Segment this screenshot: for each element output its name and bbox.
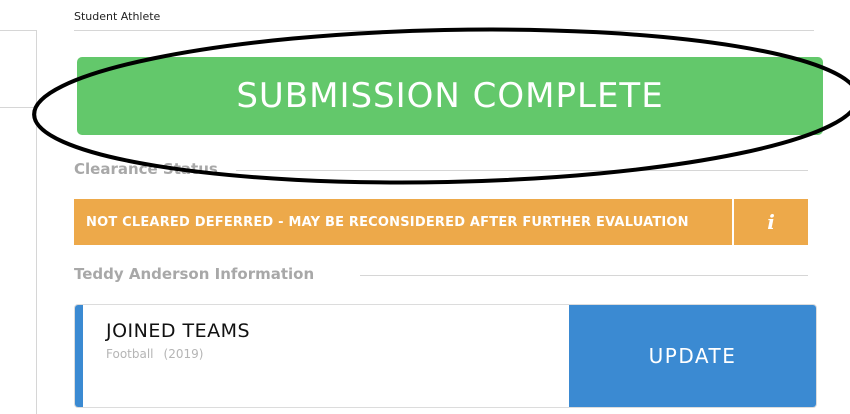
clearance-status-bar: NOT CLEARED DEFERRED - MAY BE RECONSIDER… [74, 199, 808, 245]
clearance-status-text: NOT CLEARED DEFERRED - MAY BE RECONSIDER… [86, 214, 689, 230]
page: Student Athlete SUBMISSION COMPLETE Clea… [0, 0, 850, 414]
card-accent-bar [75, 305, 83, 407]
clearance-status-heading: Clearance Status [74, 160, 218, 178]
student-athlete-label: Student Athlete [74, 10, 161, 23]
athlete-info-divider [360, 275, 808, 276]
submission-complete-text: SUBMISSION COMPLETE [236, 76, 664, 116]
header-divider [74, 30, 814, 31]
left-tick-top [0, 30, 36, 31]
team-details: Football (2019) [106, 347, 203, 361]
team-year: (2019) [163, 347, 204, 361]
update-button[interactable]: UPDATE [569, 305, 816, 407]
joined-teams-title: JOINED TEAMS [106, 320, 251, 342]
left-tick-middle [0, 107, 36, 108]
athlete-info-heading: Teddy Anderson Information [74, 265, 315, 283]
joined-teams-card: JOINED TEAMS Football (2019) UPDATE [74, 304, 817, 408]
info-icon-button[interactable]: i [734, 199, 808, 245]
left-border-line [36, 30, 37, 414]
clearance-heading-divider [236, 170, 808, 171]
submission-complete-banner: SUBMISSION COMPLETE [77, 57, 823, 135]
info-icon: i [767, 210, 775, 234]
team-sport: Football [106, 347, 154, 361]
